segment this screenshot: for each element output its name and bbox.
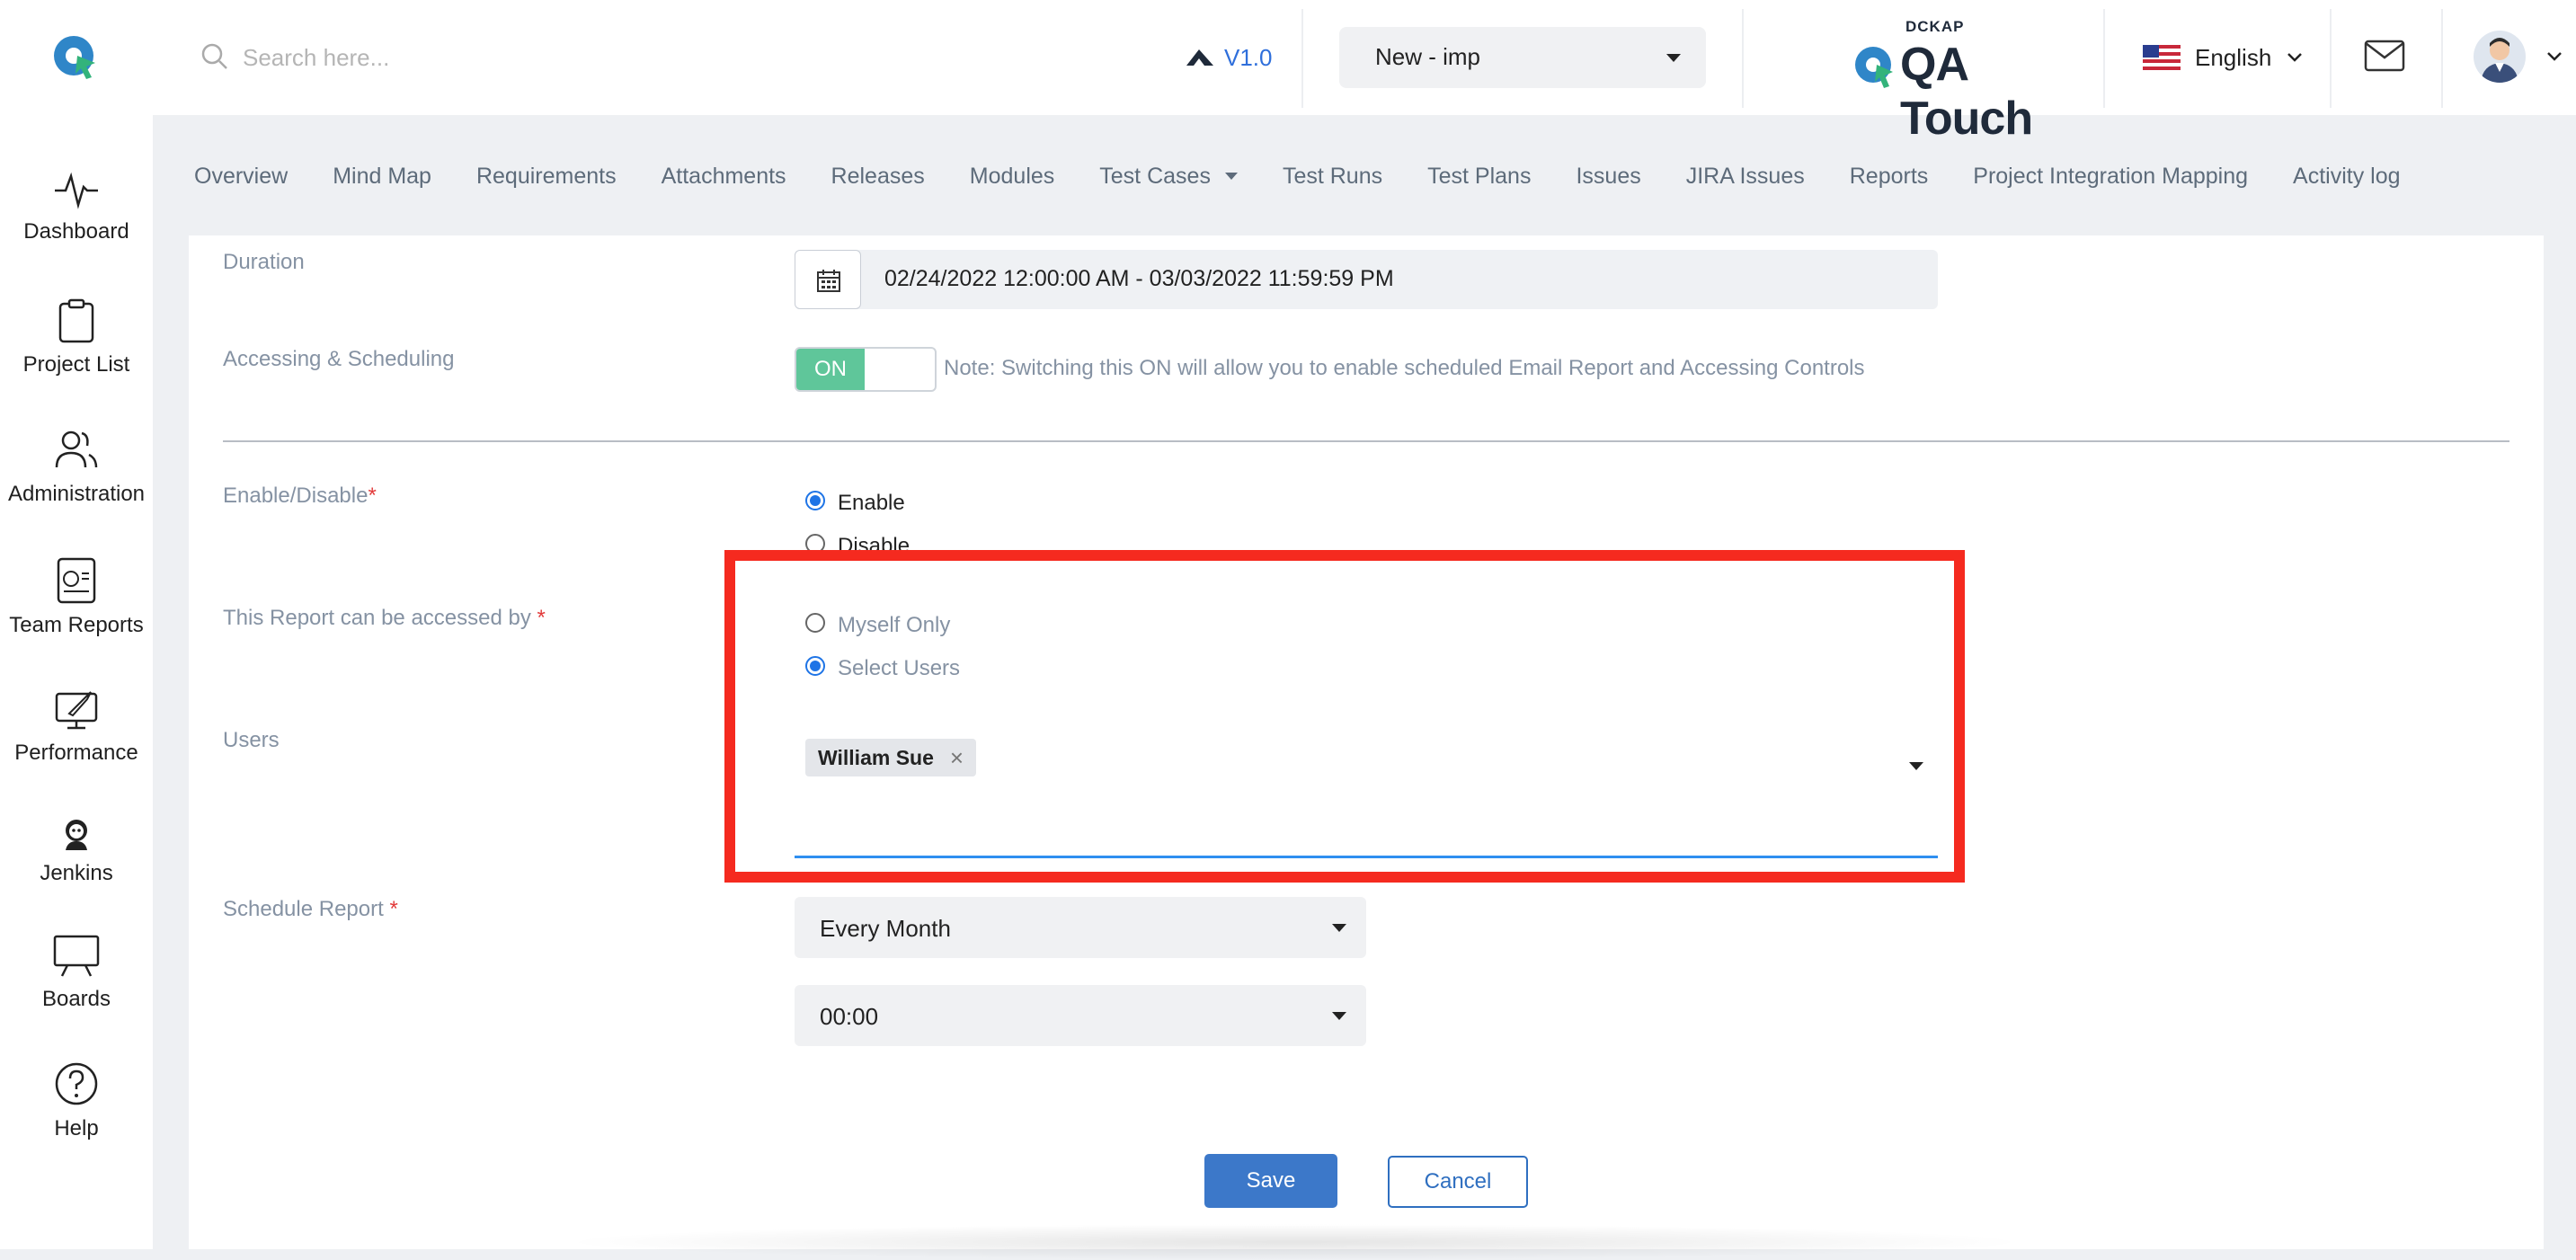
version-indicator[interactable]: V1.0 [1185, 41, 1273, 74]
sidebar-item-performance[interactable]: Performance [0, 687, 153, 766]
help-icon [55, 1062, 98, 1105]
sidebar: Dashboard Project List Administration Te… [0, 115, 153, 1249]
tab-modules[interactable]: Modules [970, 164, 1055, 190]
schedule-frequency-select[interactable]: Every Month [795, 897, 1366, 958]
accessing-scheduling-label: Accessing & Scheduling [223, 347, 455, 371]
sidebar-item-label: Team Reports [9, 613, 144, 637]
chevron-down-icon [1666, 54, 1681, 62]
accessed-by-label: This Report can be accessed by * [223, 606, 546, 631]
calendar-icon [817, 270, 840, 292]
tab-issues[interactable]: Issues [1576, 164, 1640, 190]
tab-attachments[interactable]: Attachments [662, 164, 786, 190]
required-mark: * [368, 484, 377, 508]
tab-test-plans[interactable]: Test Plans [1427, 164, 1531, 190]
section-divider [223, 440, 2509, 442]
save-button[interactable]: Save [1204, 1154, 1337, 1208]
brand-name: QA Touch [1900, 39, 2033, 145]
sidebar-item-label: Administration [7, 482, 146, 506]
duration-value: 02/24/2022 12:00:00 AM - 03/03/2022 11:5… [884, 266, 1394, 291]
sidebar-item-team-reports[interactable]: Team Reports [0, 557, 153, 638]
report-icon [57, 557, 96, 604]
language-label: English [2195, 43, 2272, 71]
sidebar-item-boards[interactable]: Boards [0, 933, 153, 1012]
calendar-button[interactable] [795, 250, 861, 309]
caret-down-icon [1332, 924, 1346, 932]
schedule-time-value: 00:00 [820, 1003, 879, 1030]
tab-test-cases-label: Test Cases [1099, 163, 1211, 189]
sidebar-item-dashboard[interactable]: Dashboard [0, 169, 153, 244]
annotation-highlight-box [724, 550, 1965, 883]
sidebar-item-label: Help [54, 1116, 99, 1140]
header-divider [2330, 9, 2332, 108]
release-arrow-icon [1186, 49, 1213, 66]
header-divider [2103, 9, 2105, 108]
caret-down-icon [1224, 173, 1238, 180]
tab-test-cases[interactable]: Test Cases [1099, 164, 1238, 190]
tab-mind-map[interactable]: Mind Map [333, 164, 431, 190]
schedule-report-label: Schedule Report * [223, 897, 398, 922]
sidebar-item-jenkins[interactable]: Jenkins [0, 816, 153, 886]
avatar[interactable] [2474, 31, 2526, 83]
enable-radio[interactable] [805, 491, 825, 510]
toggle-on-label: ON [796, 349, 865, 390]
tab-activity-log[interactable]: Activity log [2293, 164, 2400, 190]
mail-icon[interactable] [2364, 40, 2405, 72]
header-divider [1301, 9, 1303, 108]
schedule-frequency-value: Every Month [820, 915, 951, 942]
header-divider [2441, 9, 2443, 108]
sidebar-item-project-list[interactable]: Project List [0, 298, 153, 377]
enable-option-label: Enable [838, 491, 905, 515]
us-flag-icon [2143, 45, 2181, 70]
sidebar-item-label: Dashboard [23, 219, 129, 244]
pulse-icon [55, 172, 98, 209]
sidebar-item-label: Jenkins [40, 861, 113, 885]
tab-requirements[interactable]: Requirements [476, 164, 617, 190]
accessing-scheduling-toggle[interactable]: ON [795, 347, 937, 392]
language-select[interactable]: English [2143, 40, 2304, 75]
schedule-report-label-text: Schedule Report [223, 897, 384, 921]
search-input[interactable] [241, 36, 874, 79]
cancel-button[interactable]: Cancel [1388, 1156, 1528, 1208]
caret-down-icon [1332, 1012, 1346, 1020]
sidebar-item-label: Performance [14, 741, 138, 765]
duration-label: Duration [223, 250, 305, 274]
chevron-down-icon [2287, 53, 2303, 62]
tab-jira-issues[interactable]: JIRA Issues [1686, 164, 1805, 190]
users-label: Users [223, 728, 280, 752]
tab-reports[interactable]: Reports [1850, 164, 1929, 190]
tab-test-runs[interactable]: Test Runs [1283, 164, 1382, 190]
sidebar-item-help[interactable]: Help [0, 1060, 153, 1141]
version-label: V1.0 [1224, 43, 1273, 71]
accessed-by-label-text: This Report can be accessed by [223, 606, 531, 630]
chevron-down-icon[interactable] [2545, 50, 2563, 63]
tab-project-integration-mapping[interactable]: Project Integration Mapping [1973, 164, 2248, 190]
enable-disable-label: Enable/Disable* [223, 484, 377, 509]
user-avatar-icon [2481, 38, 2518, 83]
project-select-value: New - imp [1375, 43, 1481, 70]
tab-overview[interactable]: Overview [194, 164, 288, 190]
project-nav: Overview Mind Map Requirements Attachmen… [194, 158, 2446, 194]
footer-shadow [557, 1224, 2031, 1260]
clipboard-icon [58, 298, 94, 343]
required-mark: * [537, 606, 546, 630]
schedule-time-select[interactable]: 00:00 [795, 985, 1366, 1046]
sidebar-item-label: Project List [22, 352, 130, 377]
board-icon [53, 935, 100, 977]
toggle-note: Note: Switching this ON will allow you t… [944, 356, 1865, 380]
sidebar-item-administration[interactable]: Administration [0, 428, 153, 507]
search-icon [201, 43, 227, 69]
sidebar-item-label: Boards [41, 987, 111, 1011]
required-mark: * [389, 897, 398, 921]
app-logo-icon[interactable] [50, 31, 101, 81]
tab-releases[interactable]: Releases [831, 164, 925, 190]
header-divider [1742, 9, 1744, 108]
enable-disable-label-text: Enable/Disable [223, 484, 369, 508]
brand-logo: DCKAP QA Touch [1852, 16, 2067, 145]
users-icon [55, 430, 98, 468]
jenkins-icon [66, 820, 87, 850]
brand-small: DCKAP [1905, 18, 1965, 35]
project-select[interactable]: New - imp [1339, 27, 1706, 88]
qa-touch-logo-icon [1855, 47, 1893, 88]
rocket-icon [55, 691, 98, 730]
